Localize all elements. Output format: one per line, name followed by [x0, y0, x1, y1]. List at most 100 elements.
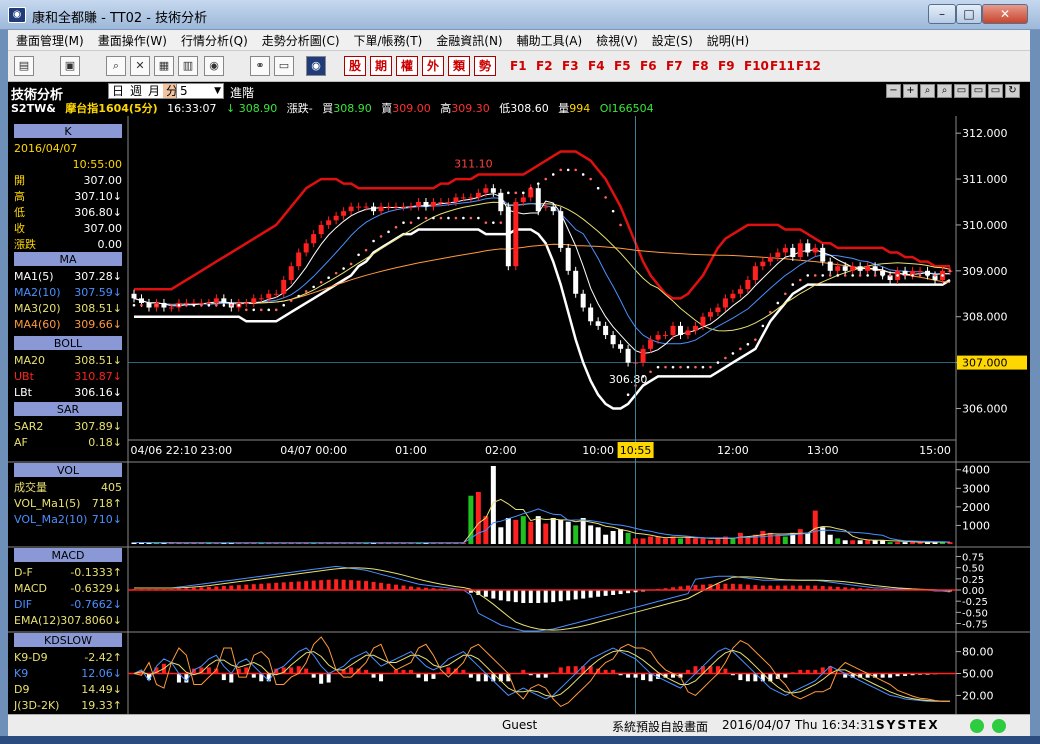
time-tick-label: 12:00 — [717, 444, 749, 457]
minimize-button[interactable]: – — [928, 4, 956, 24]
sar-dot — [664, 365, 667, 369]
macd-bar — [581, 590, 586, 599]
sar-dot — [342, 267, 345, 270]
candle — [138, 298, 144, 303]
fkey-2[interactable]: F2 — [536, 59, 553, 73]
candle — [348, 206, 354, 212]
chart-tool-button-7[interactable]: ↻ — [1005, 84, 1020, 98]
candle — [326, 220, 332, 225]
menu-item-9[interactable]: 說明(H) — [699, 30, 755, 49]
market-button-3[interactable]: 外 — [422, 56, 444, 76]
chart-tool-button-3[interactable]: ⌕ — [937, 84, 952, 98]
menu-item-5[interactable]: 金融資訊(N) — [428, 30, 508, 49]
panel-row-value-kd: 14.49↓ — [81, 683, 122, 696]
volume-bar — [520, 516, 526, 544]
j-line — [133, 636, 950, 708]
display-icon[interactable]: ▭ — [274, 56, 294, 76]
tab-day[interactable]: 日 — [109, 84, 127, 98]
chart-area[interactable]: K 2016/04/07 10:55:00 開 307.00 高 307.10↓ 低 306.8… — [8, 116, 1030, 714]
menu-item-3[interactable]: 走勢分析圖(C) — [254, 30, 346, 49]
price-tick-label: 309.000 — [962, 265, 1008, 278]
candle — [603, 325, 609, 336]
globe-icon[interactable]: ◉ — [204, 56, 224, 76]
tab-week[interactable]: 週 — [127, 84, 145, 98]
candle — [311, 234, 317, 244]
sar-dot — [551, 173, 555, 176]
menu-item-8[interactable]: 設定(S) — [644, 30, 699, 49]
menu-item-4[interactable]: 下單/帳務(T) — [346, 30, 429, 49]
chart-tool-button-1[interactable]: + — [903, 84, 918, 98]
app-window: ◉ 康和全都賺 - TT02 - 技術分析 – □ ✕ 畫面管理(M) 畫面操作(… — [0, 0, 1040, 744]
fkey-12[interactable]: F12 — [796, 59, 821, 73]
chart-tool-button-6[interactable]: ▭ — [988, 84, 1003, 98]
chart-tool-button-2[interactable]: ⌕ — [920, 84, 935, 98]
market-button-0[interactable]: 股 — [344, 56, 366, 76]
chart-icon[interactable]: ▥ — [178, 56, 198, 76]
candle — [655, 335, 661, 340]
tab-month[interactable]: 月 — [145, 84, 163, 98]
fkey-9[interactable]: F9 — [718, 59, 735, 73]
fkey-3[interactable]: F3 — [562, 59, 579, 73]
grid-icon[interactable]: ▦ — [154, 56, 174, 76]
advanced-button[interactable]: 進階 — [230, 84, 254, 101]
market-button-4[interactable]: 類 — [448, 56, 470, 76]
candle — [835, 266, 841, 271]
link-icon[interactable]: ⚭ — [250, 56, 270, 76]
close-button[interactable]: ✕ — [982, 4, 1028, 24]
low-price: 308.60 — [510, 102, 549, 115]
volume-bar — [715, 538, 721, 544]
fkey-6[interactable]: F6 — [640, 59, 657, 73]
sar-dot — [402, 221, 405, 224]
menu-item-7[interactable]: 檢視(V) — [588, 30, 644, 49]
period-value: 5 — [180, 84, 188, 98]
fkey-1[interactable]: F1 — [510, 59, 527, 73]
fkey-7[interactable]: F7 — [666, 59, 683, 73]
candle — [790, 247, 796, 258]
menu-item-1[interactable]: 畫面操作(W) — [90, 30, 173, 49]
period-select[interactable]: 5 ▼ — [176, 83, 224, 99]
chart-tool-button-5[interactable]: ▭ — [971, 84, 986, 98]
sar-dot — [619, 223, 622, 227]
candle — [812, 247, 818, 253]
chart-tool-button-4[interactable]: ▭ — [954, 84, 969, 98]
fkey-4[interactable]: F4 — [588, 59, 605, 73]
market-button-2[interactable]: 權 — [396, 56, 418, 76]
sar-dot — [806, 274, 810, 277]
volume-bar — [648, 536, 654, 544]
panel-row-label-k: 高 — [14, 189, 25, 203]
macd-bar — [341, 579, 346, 591]
sar-dot — [267, 308, 271, 312]
menu-item-6[interactable]: 輔助工具(A) — [509, 30, 589, 49]
panel-row-value-sar: 0.18↓ — [88, 436, 122, 449]
chart-tool-button-0[interactable]: − — [886, 84, 901, 98]
current-price-label: 307.000 — [962, 357, 1008, 370]
candle — [588, 307, 594, 322]
search-icon[interactable]: ⌕ — [106, 56, 126, 76]
panel-row-label-boll: UBt — [14, 370, 35, 383]
fkey-5[interactable]: F5 — [614, 59, 631, 73]
macd-tick-label: -0.25 — [962, 597, 988, 608]
fkey-10[interactable]: F10 — [744, 59, 769, 73]
fkey-11[interactable]: F11 — [770, 59, 795, 73]
market-button-5[interactable]: 勢 — [474, 56, 496, 76]
close-window-icon[interactable]: ✕ — [130, 56, 150, 76]
menu-item-0[interactable]: 畫面管理(M) — [8, 30, 90, 49]
candle — [520, 197, 526, 202]
macd-bar — [551, 590, 556, 603]
sar-dot — [185, 303, 188, 307]
monitor-icon[interactable]: ▣ — [60, 56, 80, 76]
maximize-button[interactable]: □ — [956, 4, 982, 24]
volume-bar — [850, 540, 856, 544]
menu-item-2[interactable]: 行情分析(Q) — [173, 30, 254, 49]
logo-icon[interactable]: ◉ — [306, 56, 326, 76]
chart-svg[interactable]: K 2016/04/07 10:55:00 開 307.00 高 307.10↓ 低 306.8… — [8, 116, 1030, 714]
panel-row-label-boll: LBt — [14, 386, 33, 399]
volume-bar — [573, 525, 579, 544]
volume-bar — [565, 521, 571, 544]
window-icon[interactable]: ▤ — [14, 56, 34, 76]
title-bar[interactable]: ◉ 康和全都賺 - TT02 - 技術分析 – □ ✕ — [0, 0, 1040, 30]
toolbar: ▤ ▣ ⌕ ✕ ▦ ▥ ◉ ⚭ ▭ ◉ 股期權外類勢 F1 F2 F3 F4 F5 F6 F… — [8, 51, 1030, 82]
market-button-1[interactable]: 期 — [370, 56, 392, 76]
fkey-8[interactable]: F8 — [692, 59, 709, 73]
sar-dot — [581, 173, 585, 176]
